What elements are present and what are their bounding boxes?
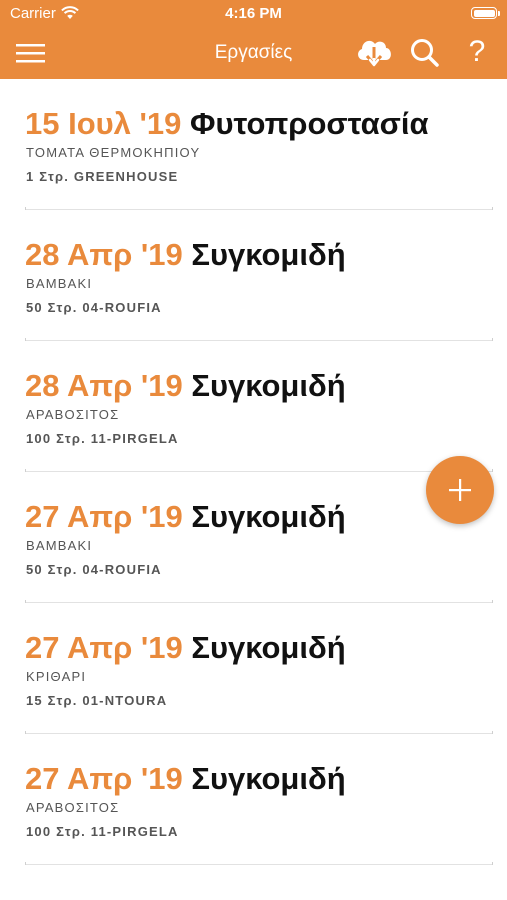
task-type: Συγκομιδή	[191, 368, 346, 403]
task-heading: 27 Απρ '19 Συγκομιδή	[25, 630, 346, 666]
task-date: 27 Απρ '19	[25, 499, 183, 534]
search-icon[interactable]	[408, 37, 442, 69]
task-field: 50 Στρ. 04-ROUFIA	[26, 562, 162, 577]
task-field: 100 Στρ. 11-PIRGELA	[26, 431, 179, 446]
add-task-button[interactable]	[426, 456, 494, 524]
task-type: Συγκομιδή	[191, 761, 346, 796]
task-date: 28 Απρ '19	[25, 237, 183, 272]
help-button[interactable]: ?	[462, 32, 492, 72]
task-row[interactable]: 28 Απρ '19 Συγκομιδή ΒΑΜΒΑΚΙ 50 Στρ. 04-…	[0, 210, 507, 341]
task-type: Φυτοπροστασία	[190, 106, 429, 141]
task-date: 28 Απρ '19	[25, 368, 183, 403]
task-crop: ΤΟΜΑΤΑ ΘΕΡΜΟΚΗΠΙΟΥ	[26, 145, 201, 160]
task-field: 100 Στρ. 11-PIRGELA	[26, 824, 179, 839]
task-row[interactable]: 27 Απρ '19 Συγκομιδή ΑΡΑΒΟΣΙΤΟΣ 100 Στρ.…	[0, 734, 507, 865]
nav-bar: Εργασίες ?	[0, 28, 507, 79]
plus-icon	[449, 479, 471, 501]
task-row[interactable]: 28 Απρ '19 Συγκομιδή ΑΡΑΒΟΣΙΤΟΣ 100 Στρ.…	[0, 341, 507, 472]
task-field: 1 Στρ. GREENHOUSE	[26, 169, 179, 184]
task-crop: ΒΑΜΒΑΚΙ	[26, 538, 93, 553]
status-time: 4:16 PM	[225, 5, 282, 22]
row-divider	[25, 862, 493, 865]
task-heading: 28 Απρ '19 Συγκομιδή	[25, 237, 346, 273]
task-type: Συγκομιδή	[191, 237, 346, 272]
task-date: 15 Ιουλ '19	[25, 106, 182, 141]
task-field: 50 Στρ. 04-ROUFIA	[26, 300, 162, 315]
task-type: Συγκομιδή	[191, 499, 346, 534]
task-heading: 27 Απρ '19 Συγκομιδή	[25, 499, 346, 535]
task-type: Συγκομιδή	[191, 630, 346, 665]
task-heading: 28 Απρ '19 Συγκομιδή	[25, 368, 346, 404]
task-crop: ΑΡΑΒΟΣΙΤΟΣ	[26, 407, 120, 422]
task-heading: 27 Απρ '19 Συγκομιδή	[25, 761, 346, 797]
task-date: 27 Απρ '19	[25, 630, 183, 665]
task-date: 27 Απρ '19	[25, 761, 183, 796]
battery-icon	[471, 7, 497, 19]
battery-tip	[498, 11, 500, 16]
task-row[interactable]: 27 Απρ '19 Συγκομιδή ΚΡΙΘΑΡΙ 15 Στρ. 01-…	[0, 603, 507, 734]
cloud-download-icon[interactable]	[354, 34, 394, 70]
task-crop: ΚΡΙΘΑΡΙ	[26, 669, 87, 684]
app-header: Carrier 4:16 PM Εργασίες ?	[0, 0, 507, 79]
task-crop: ΑΡΑΒΟΣΙΤΟΣ	[26, 800, 120, 815]
task-crop: ΒΑΜΒΑΚΙ	[26, 276, 93, 291]
task-heading: 15 Ιουλ '19 Φυτοπροστασία	[25, 106, 429, 142]
task-field: 15 Στρ. 01-NTOURA	[26, 693, 168, 708]
task-row[interactable]: 15 Ιουλ '19 Φυτοπροστασία ΤΟΜΑΤΑ ΘΕΡΜΟΚΗ…	[0, 79, 507, 210]
status-bar: Carrier 4:16 PM	[0, 0, 507, 28]
